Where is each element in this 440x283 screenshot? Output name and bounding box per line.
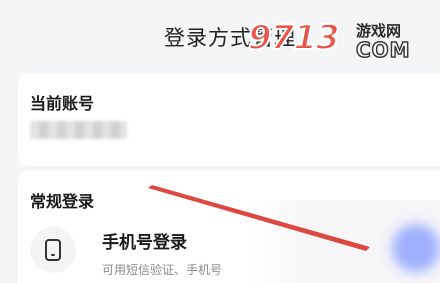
watermark-number: 9713 (247, 17, 341, 59)
masked-account-value (30, 121, 127, 139)
phone-icon-circle (30, 227, 76, 273)
regular-login-title: 常规登录 (30, 192, 95, 211)
site-watermark: 9713 游戏网 COM (247, 10, 440, 70)
phone-icon (45, 239, 61, 261)
blurred-toggle (392, 224, 440, 272)
current-account-card: 当前账号 (18, 73, 440, 166)
phone-login-title: 手机号登录 (102, 233, 187, 253)
phone-login-description: 可用短信验证、手机号 (102, 263, 223, 277)
watermark-domain: COM (355, 37, 411, 63)
current-account-title: 当前账号 (30, 94, 95, 113)
